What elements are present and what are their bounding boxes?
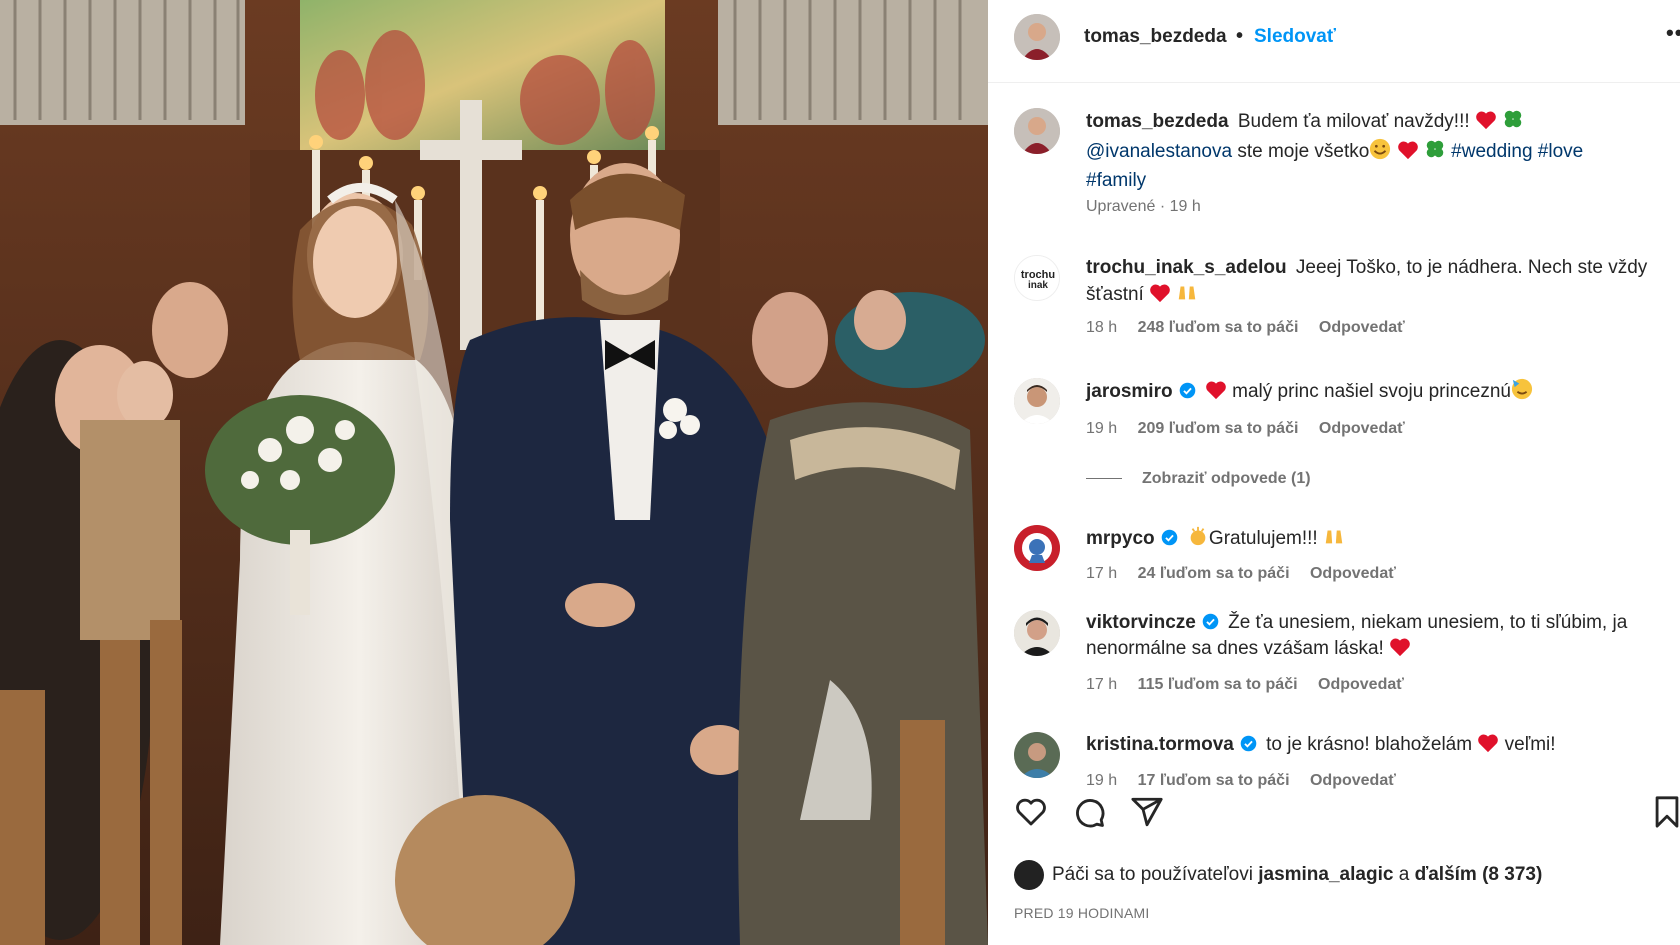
comment-username[interactable]: kristina.tormova	[1086, 734, 1234, 755]
smiling-face-icon	[1369, 138, 1391, 168]
comment-text: kristina.tormova to je krásno! blahoželá…	[1086, 732, 1666, 761]
comment-text: jarosmiro malý princ našiel svoju prince…	[1086, 378, 1666, 408]
comment-username[interactable]: mrpyco	[1086, 528, 1155, 549]
caption-text-1: Budem ťa milovať navždy!!!	[1237, 111, 1470, 132]
bookmark-icon[interactable]	[1654, 795, 1680, 834]
reply-button[interactable]: Odpovedať	[1319, 319, 1405, 336]
more-options-icon[interactable]: ••	[1666, 20, 1680, 46]
comment-time: 17 h	[1086, 676, 1118, 693]
likes-summary: Páči sa to používateľovi jasmina_alagic …	[1014, 860, 1542, 890]
red-heart-icon	[1397, 140, 1419, 168]
avatar[interactable]	[1014, 378, 1060, 424]
liker-username[interactable]: jasmina_alagic	[1258, 864, 1393, 885]
comment-time: 17 h	[1086, 565, 1118, 582]
likes-prefix: Páči sa to používateľovi	[1052, 864, 1253, 886]
comment-username[interactable]: jarosmiro	[1086, 381, 1173, 402]
comment-likes[interactable]: 17 ľuďom sa to páči	[1138, 772, 1290, 789]
view-replies-button[interactable]: Zobraziť odpovede (1)	[1086, 470, 1311, 488]
comment-time: 18 h	[1086, 319, 1118, 336]
reply-button[interactable]: Odpovedať	[1318, 676, 1404, 693]
caption-edited-time: Upravené · 19 h	[1086, 198, 1201, 215]
comment-meta: 17 h 115 ľuďom sa to páči Odpovedať	[1086, 676, 1420, 694]
comment-username[interactable]: trochu_inak_s_adelou	[1086, 257, 1287, 278]
caption-text: tomas_bezdeda Budem ťa milovať navždy!!!…	[1086, 108, 1666, 194]
verified-badge-icon	[1179, 381, 1196, 399]
comment-meta: 17 h 24 ľuďom sa to páči Odpovedať	[1086, 565, 1412, 583]
verified-badge-icon	[1202, 612, 1219, 630]
red-heart-icon	[1477, 733, 1499, 761]
avatar[interactable]	[1014, 610, 1060, 656]
comment-body-end: veľmi!	[1504, 734, 1556, 755]
raising-hands-icon	[1176, 281, 1198, 311]
verified-badge-icon	[1161, 528, 1178, 546]
partying-face-icon	[1511, 378, 1533, 408]
comment-likes[interactable]: 24 ľuďom sa to páči	[1138, 565, 1290, 582]
comment-likes[interactable]: 115 ľuďom sa to páči	[1138, 676, 1298, 693]
red-heart-icon	[1475, 110, 1497, 138]
comment-likes[interactable]: 248 ľuďom sa to páči	[1138, 319, 1299, 336]
comment-meta: 19 h 17 ľuďom sa to páči Odpovedať	[1086, 772, 1412, 790]
hashtag-love[interactable]: #love	[1538, 141, 1583, 162]
red-heart-icon	[1205, 380, 1227, 408]
avatar[interactable]: trochu inak	[1014, 255, 1060, 301]
post-header: tomas_bezdeda • Sledovať ••	[988, 0, 1680, 83]
hashtag-family[interactable]: #family	[1086, 170, 1146, 191]
comment-body: to je krásno! blahoželám	[1266, 734, 1473, 755]
clapping-hands-icon	[1187, 525, 1209, 555]
comment-likes[interactable]: 209 ľuďom sa to páči	[1138, 420, 1299, 437]
liker-avatar[interactable]	[1014, 860, 1044, 890]
hashtag-wedding[interactable]: #wedding	[1451, 141, 1532, 162]
comment-text: mrpyco Gratulujem!!!	[1086, 525, 1666, 555]
comment-body: malý princ našiel svoju princeznú	[1232, 381, 1511, 402]
share-icon[interactable]	[1130, 795, 1164, 834]
red-heart-icon	[1389, 637, 1411, 665]
comment-time: 19 h	[1086, 772, 1118, 789]
caption-meta: Upravené · 19 h	[1086, 198, 1217, 216]
avatar[interactable]	[1014, 14, 1060, 60]
reply-button[interactable]: Odpovedať	[1310, 772, 1396, 789]
likes-count[interactable]: ďalším (8 373)	[1415, 864, 1543, 885]
red-heart-icon	[1149, 283, 1171, 311]
comment-text: viktorvincze Že ťa unesiem, niekam unesi…	[1086, 610, 1666, 665]
comment-time: 19 h	[1086, 420, 1118, 437]
avatar[interactable]	[1014, 732, 1060, 778]
post-author-username[interactable]: tomas_bezdeda	[1084, 26, 1227, 48]
caption-text-2: ste moje všetko	[1237, 141, 1370, 162]
mention-link[interactable]: @ivanalestanova	[1086, 141, 1232, 162]
avatar[interactable]	[1014, 108, 1060, 154]
likes-conjunction: a	[1398, 864, 1410, 886]
comment-username[interactable]: viktorvincze	[1086, 612, 1196, 633]
verified-badge-icon	[1240, 734, 1257, 752]
comment-text: trochu_inak_s_adelou Jeeej Toško, to je …	[1086, 255, 1666, 311]
four-leaf-clover-icon	[1502, 108, 1524, 138]
action-bar	[1014, 795, 1680, 835]
avatar[interactable]	[1014, 525, 1060, 571]
divider-line	[1086, 478, 1122, 480]
comment-icon[interactable]	[1072, 795, 1106, 834]
post-photo[interactable]	[0, 0, 988, 945]
separator-dot: •	[1236, 25, 1244, 47]
post-timestamp: PRED 19 HODINAMI	[1014, 905, 1150, 921]
view-replies-label: Zobraziť odpovede (1)	[1142, 470, 1311, 487]
comment-body: Gratulujem!!!	[1208, 528, 1318, 549]
comment-meta: 19 h 209 ľuďom sa to páči Odpovedať	[1086, 420, 1421, 438]
caption-username[interactable]: tomas_bezdeda	[1086, 111, 1229, 132]
heart-icon[interactable]	[1014, 795, 1048, 834]
svg-text:inak: inak	[1028, 280, 1048, 291]
comment-meta: 18 h 248 ľuďom sa to páči Odpovedať	[1086, 319, 1421, 337]
reply-button[interactable]: Odpovedať	[1319, 420, 1405, 437]
reply-button[interactable]: Odpovedať	[1310, 565, 1396, 582]
post-panel: tomas_bezdeda • Sledovať •• tomas_bezded…	[988, 0, 1680, 945]
raising-hands-icon	[1323, 525, 1345, 555]
four-leaf-clover-icon	[1424, 138, 1446, 168]
follow-button[interactable]: Sledovať	[1254, 26, 1336, 48]
